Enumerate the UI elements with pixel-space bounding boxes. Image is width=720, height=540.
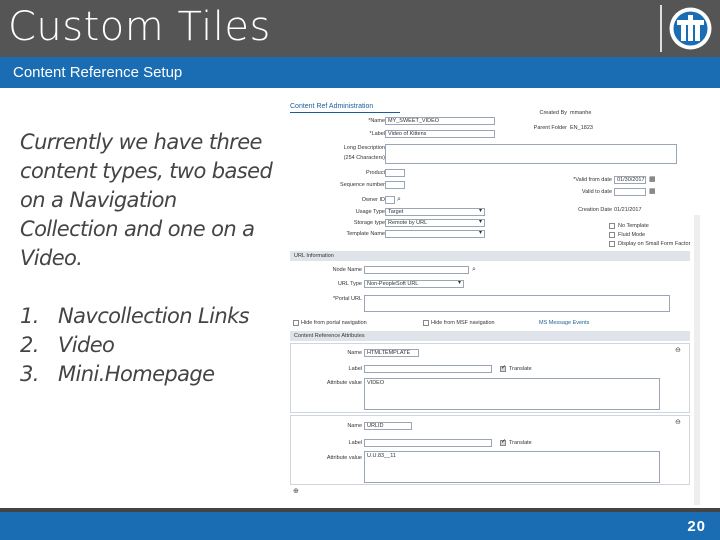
subtitle-bar: Content Reference Setup <box>0 57 720 88</box>
valid-to-label: Valid to date <box>581 189 612 195</box>
fluid-mode-checkbox[interactable] <box>609 232 615 238</box>
storage-label: Storage type <box>353 220 385 226</box>
usage-label: Usage Type <box>355 209 385 215</box>
attr1-value-textarea[interactable]: VIDEO <box>364 378 660 410</box>
list-number: 1. <box>20 304 39 328</box>
title-bar: Custom Tiles <box>0 0 720 57</box>
attr2-translate-checkbox[interactable] <box>500 438 506 446</box>
name-input[interactable]: MY_SWEET_VIDEO <box>385 117 495 125</box>
content-type-list: 1. Navcollection Links 2. Video 3. Mini.Hom… <box>20 302 250 389</box>
hide-portal-nav-label: Hide from portal navigation <box>301 320 367 326</box>
remove-row-icon[interactable]: ⊖ <box>675 419 681 427</box>
ms-message-events-link[interactable]: MS Message Events <box>539 320 589 326</box>
attr1-translate-checkbox[interactable] <box>500 364 506 372</box>
attr2-label-input[interactable] <box>364 439 492 447</box>
slide-subtitle: Content Reference Setup <box>13 64 183 81</box>
attr2-label-label: Label <box>348 440 362 446</box>
content-ref-header: Content Ref Administration <box>290 103 374 110</box>
owner-input[interactable] <box>385 196 395 204</box>
attr1-value-label: Attribute value <box>326 380 362 386</box>
sandia-logo-icon <box>669 7 712 50</box>
slide-title: Custom Tiles <box>8 4 271 50</box>
node-name-input[interactable] <box>364 266 469 274</box>
attributes-header: Content Reference Attributes <box>290 331 690 341</box>
sequence-input[interactable] <box>385 181 405 189</box>
attr2-translate-label: Translate <box>509 440 532 446</box>
calendar-icon[interactable]: ▦ <box>649 188 656 196</box>
add-row-icon[interactable]: ⊕ <box>293 488 299 496</box>
valid-from-label: *Valid from date <box>573 177 612 183</box>
body-text: Currently we have three content types, t… <box>20 130 273 270</box>
list-text: Navcollection Links <box>58 304 250 328</box>
product-label: Product <box>366 170 385 176</box>
page-number: 20 <box>687 518 706 535</box>
creation-date-value: 01/21/2017 <box>614 207 642 213</box>
valid-from-input[interactable]: 01/30/2017 <box>614 176 646 184</box>
title-divider <box>660 5 662 52</box>
attr2-name-input[interactable]: URLID <box>364 422 412 430</box>
search-icon[interactable]: ⌕ <box>397 196 401 204</box>
product-input[interactable] <box>385 169 405 177</box>
storage-type-select[interactable]: Remote by URL <box>385 219 485 227</box>
template-select[interactable] <box>385 230 485 238</box>
hide-msf-nav-checkbox[interactable] <box>423 320 429 326</box>
template-label: Template Name <box>346 231 385 237</box>
name-label: *Name <box>368 118 385 124</box>
hide-msf-nav-label: Hide from MSF navigation <box>431 320 495 326</box>
attr1-name-input[interactable]: HTMLTEMPLATE <box>364 349 419 357</box>
hide-portal-nav-checkbox[interactable] <box>293 320 299 326</box>
created-by-value: mmanhe <box>570 110 592 116</box>
label-label: *Label <box>369 131 385 137</box>
attr2-value-textarea[interactable]: U.U.83__11 <box>364 451 660 483</box>
small-form-factor-checkbox[interactable] <box>609 241 615 247</box>
list-item: 3. Mini.Homepage <box>20 360 249 389</box>
list-text: Video <box>58 333 115 357</box>
parent-folder-label: Parent Folder <box>533 125 567 131</box>
no-template-checkbox[interactable] <box>609 223 615 229</box>
small-form-factor-label: Display on Small Form Factor <box>618 241 691 247</box>
parent-folder-value: EN_1823 <box>570 125 593 131</box>
remove-row-icon[interactable]: ⊖ <box>675 347 681 355</box>
url-type-label: URL Type <box>337 281 362 287</box>
fluid-mode-label: Fluid Mode <box>618 232 646 238</box>
list-number: 3. <box>20 362 39 386</box>
list-text: Mini.Homepage <box>58 362 215 386</box>
content-ref-screenshot: Content Ref Administration *Name MY_SWEE… <box>287 100 700 505</box>
node-name-label: Node Name <box>332 267 362 273</box>
valid-to-input[interactable] <box>614 188 646 196</box>
attr1-label-input[interactable] <box>364 365 492 373</box>
attr2-value-label: Attribute value <box>326 455 362 461</box>
owner-label: Owner ID <box>361 197 385 203</box>
no-template-label: No Template <box>618 223 649 229</box>
attr1-label-label: Label <box>348 366 362 372</box>
list-item: 1. Navcollection Links <box>20 302 250 331</box>
attr1-translate-label: Translate <box>509 366 532 372</box>
long-desc-hint: (254 Characters) <box>343 155 385 161</box>
long-description-textarea[interactable] <box>385 144 677 164</box>
attr1-name-label: Name <box>347 350 362 356</box>
portal-url-textarea[interactable] <box>364 295 670 312</box>
scrollbar[interactable] <box>694 215 700 505</box>
list-number: 2. <box>20 333 39 357</box>
url-type-select[interactable]: Non-PeopleSoft URL <box>364 280 464 288</box>
calendar-icon[interactable]: ▦ <box>649 176 656 184</box>
created-by-label: Created By <box>539 110 567 116</box>
url-info-header: URL Information <box>290 251 690 261</box>
search-icon[interactable]: ⌕ <box>472 266 476 274</box>
footer-bar: 20 <box>0 512 720 540</box>
long-desc-label: Long Description <box>343 145 385 151</box>
portal-url-label: *Portal URL <box>332 296 362 302</box>
sequence-label: Sequence number <box>340 182 385 188</box>
usage-type-select[interactable]: Target <box>385 208 485 216</box>
creation-date-label: Creation Date <box>578 207 612 213</box>
list-item: 2. Video <box>20 331 249 360</box>
header-underline <box>290 112 400 113</box>
attr2-name-label: Name <box>347 423 362 429</box>
label-input[interactable]: Video of Kittens <box>385 130 495 138</box>
